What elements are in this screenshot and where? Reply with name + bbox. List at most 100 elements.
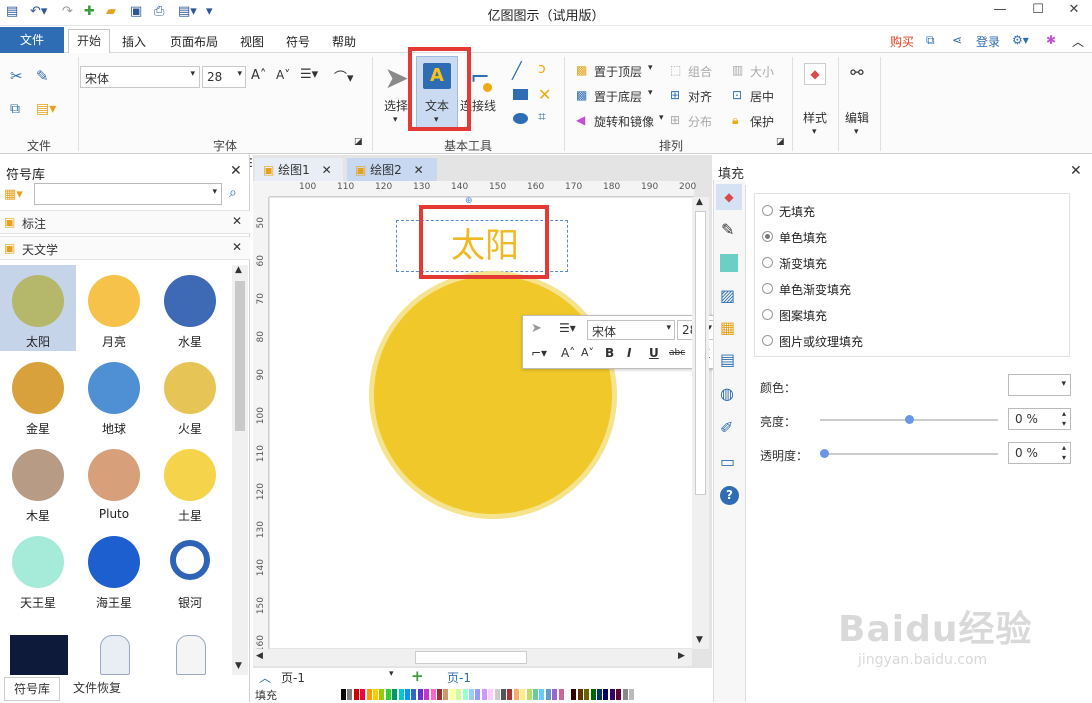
buy-link[interactable]: 购买 [890,33,914,50]
grow-font-icon[interactable]: A˄ [561,346,575,360]
line-spacing-icon[interactable]: ⌒▾ [334,67,354,86]
rocket-icon[interactable] [100,635,130,675]
shrink-font-icon[interactable]: A˅ [581,346,594,359]
shadow-icon[interactable] [720,254,738,272]
line-icon[interactable]: ╱ [512,61,522,80]
fill-option-radio[interactable] [762,231,773,242]
note-icon[interactable]: ✐ [720,418,733,437]
format-painter-icon[interactable]: ✎ [36,67,49,85]
color-swatch[interactable] [398,689,404,700]
color-swatch[interactable] [430,689,436,700]
select-tool-label[interactable]: 选择 [384,97,408,114]
color-swatch[interactable] [353,689,359,700]
help-icon[interactable]: ? [720,486,739,505]
color-swatch[interactable] [488,689,494,700]
color-swatch[interactable] [405,689,410,700]
color-swatch[interactable] [437,689,442,700]
symbol-item[interactable]: 太阳 [0,265,76,351]
shrink-font-icon[interactable]: A˅ [276,68,290,82]
color-swatch[interactable] [373,689,378,700]
bold-icon[interactable]: B [605,346,614,360]
color-swatch[interactable] [590,689,596,700]
group-button[interactable]: 组合 [688,63,712,80]
close-tab-icon[interactable]: ✕ [414,163,424,177]
select-dropdown-icon[interactable]: ▾ [393,115,398,125]
connector-small-icon[interactable]: ⌐▾ [531,346,547,360]
fill-option-label[interactable]: 单色填充 [779,229,827,246]
symbol-item[interactable]: 银河 [152,526,228,612]
fill-option-label[interactable]: 渐变填充 [779,255,827,272]
doc-tab-drawing1[interactable]: ▣ 绘图1 ✕ [255,158,343,182]
align-icon[interactable]: ⊞ [670,88,680,102]
starfield-icon[interactable] [10,635,68,675]
library-astronomy[interactable]: ▣ 天文学 ✕ [0,236,250,260]
symbol-item[interactable]: 土星 [152,439,228,525]
paragraph-align-icon[interactable]: ☰▾ [300,67,318,82]
menu-symbol[interactable]: 符号 [286,33,310,50]
tab-symbol-library[interactable]: 符号库 [4,677,60,701]
color-swatch[interactable] [609,689,615,700]
sun-shape[interactable] [374,276,612,514]
settings-icon[interactable]: ⚙▾ [1012,33,1029,47]
color-swatch[interactable] [385,689,391,700]
doc-tab-drawing2[interactable]: ▣ 绘图2 ✕ [347,158,437,182]
style-icon[interactable]: ◆ [804,63,826,85]
color-swatch[interactable] [622,689,628,700]
align-icon[interactable]: ☰▾ [559,321,576,335]
paste-icon[interactable]: ▤▾ [36,101,56,117]
rectangle-icon[interactable] [513,89,528,100]
symbol-item[interactable]: 月亮 [76,265,152,351]
color-swatch[interactable] [417,689,423,700]
style-button[interactable]: 样式 [803,109,827,126]
canvas-vscroll-thumb[interactable] [695,211,706,495]
globe-icon[interactable]: ◍ [720,384,734,403]
feedback-icon[interactable]: ⧉ [926,33,935,48]
color-swatch[interactable] [379,689,385,700]
search-icon[interactable]: ⌕ [229,185,237,201]
library-callout[interactable]: ▣ 标注 ✕ [0,210,250,234]
color-swatch[interactable] [552,689,558,700]
fill-option-label[interactable]: 单色渐变填充 [779,281,851,298]
group-icon[interactable]: ⬚ [670,63,681,77]
close-button[interactable]: ✕ [1064,2,1084,22]
symbol-item[interactable]: 地球 [76,352,152,438]
color-swatch[interactable] [501,689,506,700]
send-bottom-icon[interactable]: ▩ [576,88,587,102]
copy-icon[interactable]: ⧉ [10,101,20,117]
color-swatch[interactable] [424,689,430,700]
color-swatch[interactable] [513,689,519,700]
menu-page-layout[interactable]: 页面布局 [170,33,218,50]
color-swatch[interactable] [411,689,417,700]
image-icon[interactable]: ▨ [720,286,735,305]
brightness-input[interactable]: 0 % ▴ ▾ [1008,408,1071,430]
layer-icon[interactable]: ▦ [720,318,735,337]
brightness-slider[interactable] [820,415,998,424]
curve-icon[interactable]: ↄ [538,61,546,77]
color-swatch[interactable] [507,689,513,700]
center-button[interactable]: 居中 [750,88,774,105]
page-tab[interactable]: 页-1 [447,669,471,686]
collapse-ribbon-icon[interactable]: ︿ [1072,33,1084,50]
page-up-icon[interactable]: ︿ [259,669,271,686]
document-icon[interactable]: ▤ [720,350,735,369]
bring-top-icon[interactable]: ▩ [576,63,587,77]
float-font-select[interactable]: 宋体 ▾ [587,320,675,340]
cut-icon[interactable]: ✂ [10,67,23,85]
arrange-dialog-icon[interactable]: ◪ [776,137,785,147]
color-swatch[interactable] [629,689,634,700]
maximize-button[interactable]: ☐ [1028,2,1048,22]
menu-help[interactable]: 帮助 [332,33,356,50]
library-menu-icon[interactable]: ▦▾ [4,187,23,202]
pointer-icon[interactable]: ➤ [531,321,542,336]
size-icon[interactable]: ▥ [732,63,743,77]
lock-icon[interactable]: 🔒︎ [732,113,738,128]
close-panel-icon[interactable]: ✕ [230,163,242,179]
color-picker[interactable]: ▾ [1008,374,1071,396]
color-swatch[interactable] [597,689,602,700]
color-swatch[interactable] [526,689,532,700]
color-swatch[interactable] [347,689,353,700]
color-swatch[interactable] [571,689,577,700]
login-link[interactable]: 登录 [976,33,1000,50]
color-swatch[interactable] [539,689,545,700]
underline-icon[interactable]: U [649,346,659,360]
